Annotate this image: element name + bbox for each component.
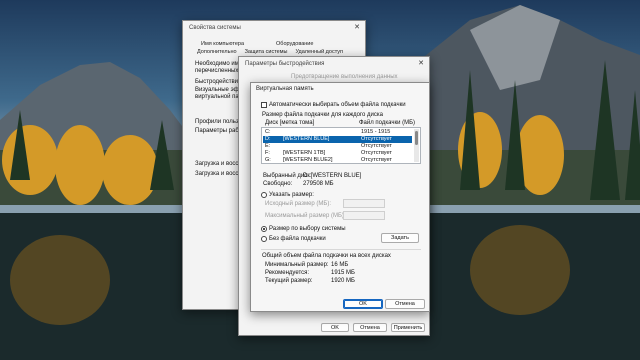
max-size-label: Максимальный размер (МБ): — [265, 213, 346, 219]
drive-row[interactable]: C: 1915 - 1915 — [263, 129, 412, 136]
close-icon[interactable]: ✕ — [351, 23, 363, 33]
tab-advanced[interactable]: Дополнительно — [193, 48, 241, 56]
system-managed-radio[interactable] — [261, 226, 267, 232]
ok-button[interactable]: OK — [321, 323, 349, 332]
window-title: Свойства системы — [189, 25, 241, 31]
drive-size: Отсутствует — [361, 136, 392, 142]
drive-size: Отсутствует — [361, 157, 392, 163]
set-button[interactable]: Задать — [381, 233, 419, 243]
custom-size-radio[interactable] — [261, 192, 267, 198]
free-space-label: Свободно: — [263, 181, 293, 187]
tab-computer-name[interactable]: Имя компьютера — [197, 40, 248, 48]
recommended-label: Рекомендуется: — [265, 270, 310, 276]
cancel-button[interactable]: Отмена — [353, 323, 387, 332]
column-size: Файл подкачки (МБ) — [359, 120, 416, 126]
recommended-value: 1915 МБ — [331, 270, 355, 276]
divider — [261, 249, 421, 250]
drive-size: Отсутствует — [361, 150, 392, 156]
selected-drive-value: D: [WESTERN BLUE] — [303, 173, 362, 179]
list-scrollbar[interactable] — [414, 129, 419, 162]
section-performance: Быстродействие — [195, 79, 242, 85]
window-title: Виртуальная память — [256, 86, 314, 92]
apply-button[interactable]: Применить — [391, 323, 425, 332]
section-label: Размер файла подкачки для каждого диска — [262, 112, 383, 118]
drive-row-selected[interactable]: D: [WESTERN BLUE] Отсутствует — [263, 136, 412, 143]
initial-size-input[interactable] — [343, 199, 385, 208]
drive-label: [WESTERN BLUE] — [283, 136, 330, 142]
initial-size-label: Исходный размер (МБ): — [265, 201, 332, 207]
tab-system-protection[interactable]: Защита системы — [241, 48, 292, 56]
column-disk: Диск [метка тома] — [265, 120, 315, 126]
dep-tab-text: Предотвращение выполнения данных — [291, 74, 398, 80]
drive-letter: F: — [265, 150, 270, 156]
drive-letter: E: — [265, 143, 271, 149]
drive-size: Отсутствует — [361, 143, 392, 149]
drive-size: 1915 - 1915 — [361, 129, 391, 135]
drive-label: [WESTERN 1TB] — [283, 150, 326, 156]
current-size-label: Текущий размер: — [265, 278, 313, 284]
cancel-button[interactable]: Отмена — [385, 299, 425, 309]
drive-row[interactable]: G: [WESTERN BLUE2] Отсутствует — [263, 157, 412, 164]
tab-hardware[interactable]: Оборудование — [272, 40, 317, 48]
custom-size-label[interactable]: Указать размер: — [269, 192, 314, 198]
drive-letter: G: — [265, 157, 271, 163]
current-size-value: 1920 МБ — [331, 278, 355, 284]
ok-button[interactable]: OK — [343, 299, 383, 309]
virtual-memory-dialog: Виртуальная память Автоматически выбират… — [250, 82, 430, 312]
no-paging-radio[interactable] — [261, 236, 267, 242]
drive-row[interactable]: E: Отсутствует — [263, 143, 412, 150]
auto-manage-checkbox[interactable] — [261, 102, 267, 108]
auto-manage-label[interactable]: Автоматически выбирать объем файла подка… — [269, 102, 406, 108]
min-size-label: Минимальный размер: — [265, 262, 329, 268]
window-title: Параметры быстродействия — [245, 61, 325, 67]
max-size-input[interactable] — [343, 211, 385, 220]
total-size-heading: Общий объем файла подкачки на всех диска… — [262, 253, 391, 259]
drive-row[interactable]: F: [WESTERN 1TB] Отсутствует — [263, 150, 412, 157]
system-managed-label[interactable]: Размер по выбору системы — [269, 226, 346, 232]
no-paging-label[interactable]: Без файла подкачки — [269, 236, 326, 242]
drive-letter: D: — [265, 136, 271, 142]
tab-bar: Имя компьютера Оборудование Дополнительн… — [193, 40, 363, 56]
drive-list[interactable]: C: 1915 - 1915 D: [WESTERN BLUE] Отсутст… — [261, 127, 421, 164]
drive-letter: C: — [265, 129, 271, 135]
scrollbar-thumb[interactable] — [415, 131, 418, 145]
tab-remote[interactable]: Удаленный доступ — [291, 48, 347, 56]
close-icon[interactable]: ✕ — [415, 59, 427, 69]
min-size-value: 16 МБ — [331, 262, 349, 268]
free-space-value: 279508 МБ — [303, 181, 334, 187]
drive-label: [WESTERN BLUE2] — [283, 157, 333, 163]
